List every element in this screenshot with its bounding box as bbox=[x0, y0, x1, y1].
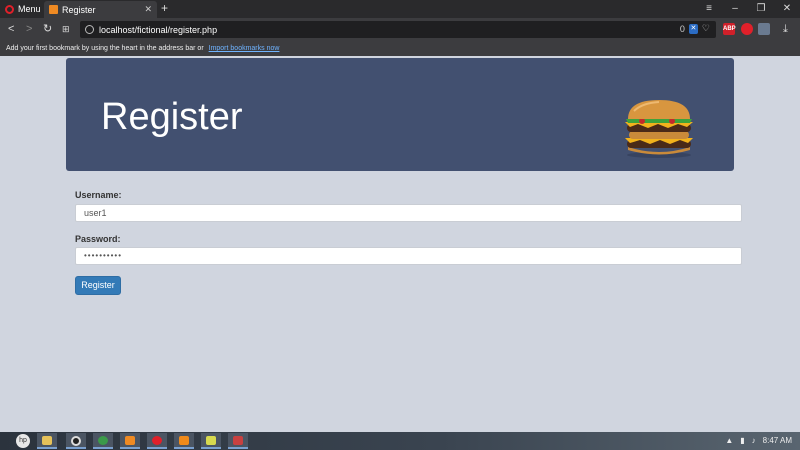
file-explorer-icon[interactable] bbox=[37, 433, 57, 449]
page-title: Register bbox=[101, 96, 243, 138]
forward-icon[interactable]: > bbox=[26, 22, 32, 36]
window-controls: ≡ – ❐ ✕ bbox=[696, 0, 800, 18]
import-bookmarks-link[interactable]: Import bookmarks now bbox=[209, 45, 280, 52]
bookmarks-bar: Add your first bookmark by using the hea… bbox=[0, 42, 800, 56]
vlc-icon[interactable] bbox=[174, 433, 194, 449]
tray-chevron-icon[interactable]: ▲ bbox=[725, 432, 733, 450]
bookmark-heart-icon[interactable]: ♡ bbox=[702, 23, 710, 34]
xampp-favicon-icon bbox=[49, 5, 58, 14]
minimize-icon[interactable]: – bbox=[722, 0, 748, 18]
volume-icon[interactable]: ♪ bbox=[752, 432, 756, 450]
opera-gx-icon[interactable] bbox=[66, 433, 86, 449]
username-input[interactable]: user1 bbox=[75, 204, 742, 222]
opera-logo-icon bbox=[5, 4, 14, 14]
tab-title: Register bbox=[62, 4, 96, 15]
page-content: Register Username: user1 Password: •••••… bbox=[0, 56, 800, 432]
clock[interactable]: 8:47 AM bbox=[763, 432, 792, 450]
register-button[interactable]: Register bbox=[75, 276, 121, 295]
menu-label: Menu bbox=[18, 4, 41, 14]
new-tab-icon[interactable]: + bbox=[161, 1, 168, 15]
password-input[interactable]: •••••••••• bbox=[75, 247, 742, 265]
bookmarks-hint: Add your first bookmark by using the hea… bbox=[6, 45, 204, 52]
site-info-icon[interactable] bbox=[85, 25, 94, 34]
register-banner: Register bbox=[66, 58, 734, 171]
system-tray: ▲ ▮ ♪ 8:47 AM bbox=[725, 432, 792, 450]
xampp-icon[interactable] bbox=[120, 433, 140, 449]
burger-image-icon bbox=[625, 100, 693, 158]
download-icon[interactable]: ⤓ bbox=[783, 22, 788, 36]
restore-icon[interactable]: ❐ bbox=[748, 0, 774, 18]
adblock-icon[interactable]: ABP bbox=[723, 23, 736, 35]
speed-dial-icon[interactable]: ⊞ bbox=[62, 22, 70, 36]
network-icon[interactable]: ▮ bbox=[740, 432, 744, 450]
opera-icon[interactable] bbox=[147, 433, 167, 449]
close-icon[interactable]: ✕ bbox=[774, 0, 800, 18]
windows-taskbar: hp ▲ ▮ ♪ 8:47 AM bbox=[0, 432, 800, 450]
password-label: Password: bbox=[75, 234, 121, 244]
snapshot-icon[interactable] bbox=[758, 23, 770, 35]
tracker-shield-icon[interactable]: ✕ bbox=[688, 23, 698, 34]
tab-register[interactable]: Register ✕ bbox=[44, 1, 157, 18]
tracker-count: 0 bbox=[679, 23, 685, 34]
notepad-icon[interactable] bbox=[201, 433, 221, 449]
opera-vpn-icon[interactable] bbox=[741, 23, 753, 35]
address-bar[interactable]: localhost/fictional/register.php 0 ✕ ♡ bbox=[80, 21, 716, 38]
chrome-icon[interactable] bbox=[93, 433, 113, 449]
hp-start-icon[interactable]: hp bbox=[16, 434, 30, 448]
reload-icon[interactable]: ↻ bbox=[43, 22, 52, 36]
browser-tab-bar: Menu Register ✕ + ≡ – ❐ ✕ bbox=[0, 0, 800, 18]
browser-menu-button[interactable]: Menu bbox=[0, 0, 42, 18]
username-label: Username: bbox=[75, 190, 122, 200]
back-icon[interactable]: < bbox=[8, 22, 14, 36]
browser-nav-bar: < > ↻ ⊞ localhost/fictional/register.php… bbox=[0, 18, 800, 42]
tab-close-icon[interactable]: ✕ bbox=[144, 4, 152, 15]
url-text: localhost/fictional/register.php bbox=[99, 24, 218, 35]
paint-icon[interactable] bbox=[228, 433, 248, 449]
tab-menu-icon[interactable]: ≡ bbox=[696, 0, 722, 18]
